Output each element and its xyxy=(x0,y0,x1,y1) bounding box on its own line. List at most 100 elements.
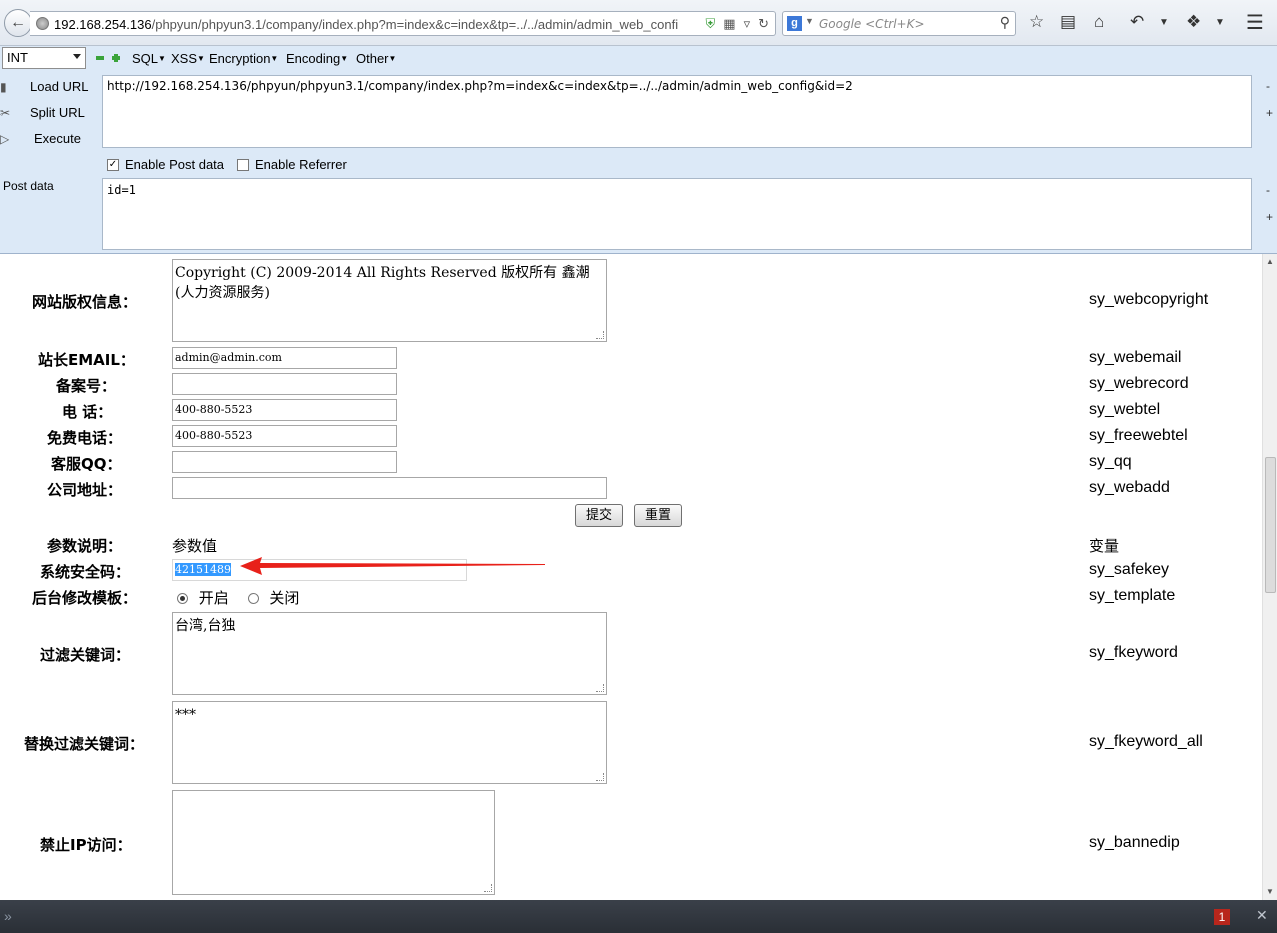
bannedip-textarea[interactable] xyxy=(172,790,495,895)
bannedip-label: 禁止IP访问： xyxy=(40,836,132,854)
undo-icon[interactable]: ↶ xyxy=(1130,12,1144,32)
google-icon[interactable]: g xyxy=(787,16,802,31)
record-input[interactable] xyxy=(172,373,397,395)
hackbar-panel: INT SQL▼ XSS▼ Encryption▼ Encoding▼ Othe… xyxy=(0,46,1277,254)
scroll-up-icon[interactable]: ▲ xyxy=(1266,257,1274,266)
load-url-button[interactable]: ▮ Load URL xyxy=(0,79,89,94)
search-icon[interactable]: ⚲ xyxy=(1000,14,1010,31)
email-label: 站长EMAIL： xyxy=(38,351,135,369)
fkeyword-var: sy_fkeyword xyxy=(1089,644,1178,661)
freetel-var: sy_freewebtel xyxy=(1089,427,1188,444)
url-shrink-icon[interactable]: - xyxy=(1266,79,1270,93)
record-label: 备案号： xyxy=(56,377,117,395)
tel-var: sy_webtel xyxy=(1089,401,1161,418)
safekey-label: 系统安全码： xyxy=(40,563,131,581)
address-label: 公司地址： xyxy=(47,481,123,499)
qq-label: 客服QQ： xyxy=(51,455,122,473)
template-on-label: 开启 xyxy=(198,589,229,607)
scissors-icon: ✂ xyxy=(0,106,11,120)
shield-icon[interactable]: ⛨ xyxy=(706,16,716,32)
reload-icon[interactable]: ↻ xyxy=(758,16,769,32)
param-value-header: 参数值 xyxy=(172,537,218,555)
submit-button[interactable]: 提交 xyxy=(575,504,623,527)
copyright-var: sy_webcopyright xyxy=(1089,291,1209,308)
scroll-down-icon[interactable]: ▼ xyxy=(1266,887,1274,896)
navigation-toolbar: ← 192.168.254.136/phpyun/phpyun3.1/compa… xyxy=(0,0,1277,46)
post-data-label: Post data xyxy=(3,179,54,193)
back-button[interactable]: ← xyxy=(4,9,32,37)
menu-xss[interactable]: XSS▼ xyxy=(171,51,205,66)
fkeyword-all-textarea[interactable]: *** xyxy=(172,701,607,784)
resize-grip-icon[interactable] xyxy=(596,331,604,339)
template-off-radio[interactable] xyxy=(247,593,259,604)
resize-grip-icon[interactable] xyxy=(596,773,604,781)
bookmark-star-icon[interactable]: ☆ xyxy=(1029,12,1044,32)
search-bar[interactable]: g ▼ Google <Ctrl+K> ⚲ xyxy=(782,11,1016,36)
error-count-badge[interactable]: 1 xyxy=(1214,909,1230,925)
post-data-textarea[interactable]: id=1 xyxy=(102,178,1252,250)
address-var: sy_webadd xyxy=(1089,479,1170,496)
minus-icon[interactable] xyxy=(96,56,104,60)
search-engine-dropdown-icon[interactable]: ▼ xyxy=(805,16,814,26)
reading-list-icon[interactable]: ▤ xyxy=(1060,12,1076,32)
email-var: sy_webemail xyxy=(1089,349,1182,366)
back-arrow-icon: ← xyxy=(10,14,26,31)
address-input[interactable] xyxy=(172,477,607,499)
split-url-button[interactable]: ✂ Split URL xyxy=(0,105,85,120)
menu-icon[interactable]: ☰ xyxy=(1246,10,1264,35)
menu-sql[interactable]: SQL▼ xyxy=(132,51,166,66)
execute-button[interactable]: ▷ Execute xyxy=(0,131,81,146)
close-icon[interactable]: ✕ xyxy=(1256,907,1268,924)
addon-dropdown-icon[interactable]: ▼ xyxy=(1215,17,1225,28)
address-bar-text: 192.168.254.136/phpyun/phpyun3.1/company… xyxy=(54,17,679,32)
fkeyword-textarea[interactable]: 台湾,台独 xyxy=(172,612,607,695)
resize-grip-icon[interactable] xyxy=(596,684,604,692)
search-placeholder: Google <Ctrl+K> xyxy=(819,17,925,31)
template-on-radio[interactable] xyxy=(177,593,188,604)
plus-icon[interactable] xyxy=(112,54,120,62)
int-select[interactable]: INT xyxy=(2,47,86,69)
address-bar[interactable]: 192.168.254.136/phpyun/phpyun3.1/company… xyxy=(30,11,776,36)
undo-dropdown-icon[interactable]: ▼ xyxy=(1159,17,1169,28)
scroll-thumb[interactable] xyxy=(1265,457,1276,593)
bannedip-var: sy_bannedip xyxy=(1089,834,1180,851)
copyright-textarea[interactable]: Copyright (C) 2009-2014 All Rights Reser… xyxy=(172,259,607,342)
menu-encoding[interactable]: Encoding▼ xyxy=(286,51,348,66)
tel-input[interactable]: 400-880-5523 xyxy=(172,399,397,421)
addon-icon[interactable]: ❖ xyxy=(1186,12,1201,32)
post-expand-icon[interactable]: + xyxy=(1266,210,1273,224)
var-header: 变量 xyxy=(1089,537,1120,555)
template-var: sy_template xyxy=(1089,587,1176,604)
play-icon: ▷ xyxy=(0,132,10,146)
reset-button[interactable]: 重置 xyxy=(634,504,682,527)
safekey-var: sy_safekey xyxy=(1089,561,1170,578)
fkeyword-all-label: 替换过滤关键词： xyxy=(24,735,145,753)
home-icon[interactable]: ⌂ xyxy=(1094,12,1104,32)
url-expand-icon[interactable]: + xyxy=(1266,106,1273,120)
url-textarea[interactable]: http://192.168.254.136/phpyun/phpyun3.1/… xyxy=(102,75,1252,148)
email-input[interactable]: admin@admin.com xyxy=(172,347,397,369)
qr-code-icon[interactable]: ▦ xyxy=(723,16,735,32)
menu-other[interactable]: Other▼ xyxy=(356,51,396,66)
fkeyword-label: 过滤关键词： xyxy=(40,646,131,664)
enable-post-checkbox[interactable]: ✓ Enable Post data xyxy=(107,157,224,172)
load-url-icon: ▮ xyxy=(0,80,7,94)
param-desc-header: 参数说明： xyxy=(47,537,123,555)
copyright-label: 网站版权信息： xyxy=(32,293,138,311)
tel-label: 电 话： xyxy=(62,403,113,421)
dropdown-arrow-icon[interactable]: ▿ xyxy=(744,16,751,32)
enable-referrer-checkbox[interactable]: Enable Referrer xyxy=(237,157,347,172)
qq-input[interactable] xyxy=(172,451,397,473)
developer-toolbar: » 1 ✕ xyxy=(0,900,1277,933)
checkmark-icon: ✓ xyxy=(107,158,119,171)
template-off-label: 关闭 xyxy=(269,589,300,607)
page-scrollbar[interactable]: ▲ ▼ xyxy=(1262,254,1277,900)
site-identity-icon[interactable] xyxy=(36,17,49,30)
annotation-arrow-icon xyxy=(240,557,545,575)
post-shrink-icon[interactable]: - xyxy=(1266,183,1270,197)
menu-encryption[interactable]: Encryption▼ xyxy=(209,51,278,66)
resize-grip-icon[interactable] xyxy=(484,884,492,892)
qq-var: sy_qq xyxy=(1089,453,1132,470)
expand-icon[interactable]: » xyxy=(4,908,12,924)
freetel-input[interactable]: 400-880-5523 xyxy=(172,425,397,447)
